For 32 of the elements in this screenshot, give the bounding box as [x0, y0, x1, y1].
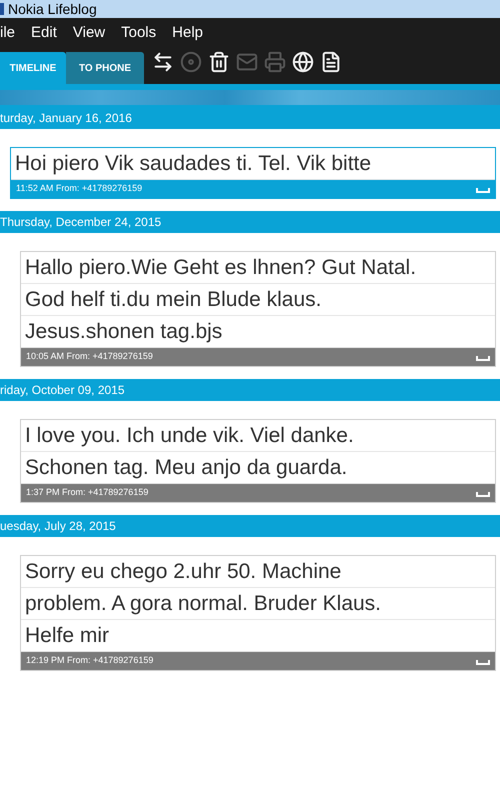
message-meta: 1:37 PM From: +41789276159 [26, 486, 148, 500]
menu-item[interactable]: Edit [31, 22, 57, 44]
message-line: Hallo piero.Wie Geht es lhnen? Gut Natal. [21, 252, 495, 284]
app-icon [0, 3, 4, 15]
window-title: Nokia Lifeblog [8, 2, 97, 16]
document-icon[interactable] [320, 51, 342, 73]
trash-icon[interactable] [208, 51, 230, 73]
disc-icon[interactable] [180, 51, 202, 73]
date-header: Thursday, December 24, 2015 [0, 211, 500, 233]
message-card[interactable]: Hallo piero.Wie Geht es lhnen? Gut Natal. God helf ti.du mein Blude klaus. Jesus.shonen tag.bjs 10:05 AM From: +41789276159 [20, 251, 496, 367]
tab[interactable]: TO PHONE [66, 52, 144, 84]
message-line: Sorry eu chego 2.uhr 50. Machine [21, 556, 495, 588]
message-card[interactable]: Sorry eu chego 2.uhr 50. Machine problem. A gora normal. Bruder Klaus. Helfe mir 12:19 PM From: +41789276159 [20, 555, 496, 671]
menu-item[interactable]: Help [172, 22, 204, 44]
message-meta: 12:19 PM From: +41789276159 [26, 654, 154, 668]
message-line: problem. A gora normal. Bruder Klaus. [21, 588, 495, 620]
message-line: I love you. Ich unde vik. Viel danke. [21, 420, 495, 452]
printer-icon[interactable] [264, 51, 286, 73]
message-meta: 10:05 AM From: +41789276159 [26, 350, 153, 364]
menu-item[interactable]: Tools [121, 22, 156, 44]
message-card[interactable]: Hoi piero Vik saudades ti. Tel. Vik bitte 11:52 AM From: +41789276159 [10, 147, 496, 199]
message-line: God helf ti.du mein Blude klaus. [21, 284, 495, 316]
message-card[interactable]: I love you. Ich unde vik. Viel danke. Schonen tag. Meu anjo da guarda. 1:37 PM From: +41789276159 [20, 419, 496, 503]
date-header: uesday, July 28, 2015 [0, 515, 500, 537]
message-meta: 11:52 AM From: +41789276159 [16, 182, 142, 196]
globe-icon[interactable] [292, 51, 314, 73]
date-header: riday, October 09, 2015 [0, 379, 500, 401]
date-header: turday, January 16, 2016 [0, 107, 500, 129]
swap-arrows-icon[interactable] [152, 51, 174, 73]
menu-item[interactable]: ile [0, 22, 16, 44]
menu-item[interactable]: View [72, 22, 106, 44]
envelope-icon[interactable] [236, 51, 258, 73]
